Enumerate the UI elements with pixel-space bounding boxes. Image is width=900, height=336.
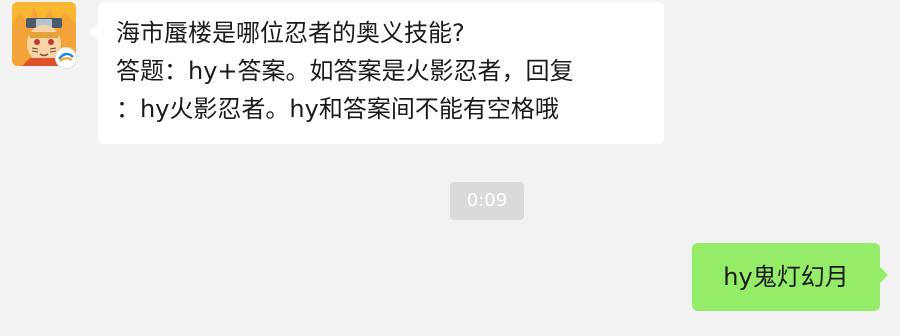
message-timestamp: 0:09 (450, 182, 524, 220)
game-badge-icon (58, 50, 74, 66)
outgoing-message-text: hy鬼灯幻月 (723, 263, 849, 291)
outgoing-message-bubble[interactable]: hy鬼灯幻月 (692, 243, 888, 311)
message-line: ：hy火影忍者。hy和答案间不能有空格哦 (116, 95, 559, 123)
message-line: 答题：hy+答案。如答案是火影忍者，回复 (116, 57, 574, 85)
message-line: 海市蜃楼是哪位忍者的奥义技能? (116, 19, 465, 47)
incoming-message-bubble[interactable]: 海市蜃楼是哪位忍者的奥义技能? 答题：hy+答案。如答案是火影忍者，回复 ：hy… (90, 2, 664, 144)
game-badge (56, 48, 76, 68)
